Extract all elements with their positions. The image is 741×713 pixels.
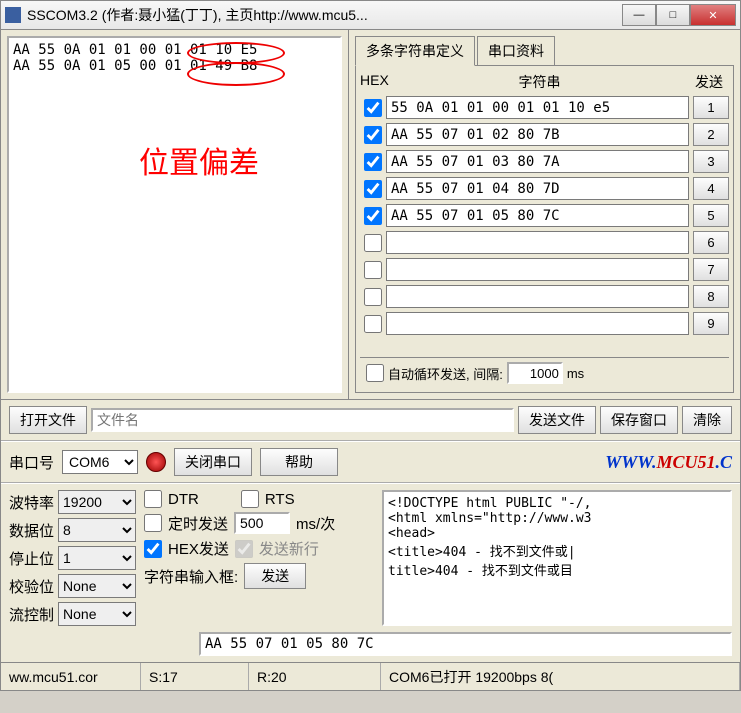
- hex-checkbox[interactable]: [364, 207, 382, 225]
- send-newline-label: 发送新行: [259, 538, 319, 559]
- auto-loop-checkbox[interactable]: [366, 364, 384, 382]
- timed-value-input[interactable]: [234, 512, 290, 534]
- string-input[interactable]: [386, 285, 689, 308]
- status-sent: S:17: [141, 663, 249, 690]
- string-row: 9: [360, 310, 729, 337]
- hex-checkbox[interactable]: [364, 234, 382, 252]
- send-file-button[interactable]: 发送文件: [518, 406, 596, 434]
- hex-checkbox[interactable]: [364, 288, 382, 306]
- hex-checkbox[interactable]: [364, 126, 382, 144]
- maximize-button[interactable]: □: [656, 4, 690, 26]
- html-preview[interactable]: <!DOCTYPE html PUBLIC "-/, <html xmlns="…: [382, 490, 732, 626]
- string-input[interactable]: [386, 96, 689, 119]
- hex-send-label: HEX发送: [168, 538, 229, 559]
- timed-send-checkbox[interactable]: [144, 514, 162, 532]
- tab-multi-string[interactable]: 多条字符串定义: [355, 36, 475, 66]
- window-title: SSCOM3.2 (作者:聂小猛(丁丁), 主页http://www.mcu5.…: [27, 5, 622, 25]
- send-row-button[interactable]: 7: [693, 258, 729, 281]
- receive-panel: AA 55 0A 01 01 00 01 01 10 E5 AA 55 0A 0…: [1, 30, 349, 399]
- input-label: 字符串输入框:: [144, 566, 238, 587]
- send-row-button[interactable]: 8: [693, 285, 729, 308]
- send-row-button[interactable]: 1: [693, 96, 729, 119]
- send-string-input[interactable]: [199, 632, 732, 656]
- rts-label: RTS: [265, 491, 295, 508]
- send-row-button[interactable]: 4: [693, 177, 729, 200]
- tab-serial-info[interactable]: 串口资料: [477, 36, 555, 66]
- stopbits-label: 停止位: [9, 548, 54, 569]
- string-input[interactable]: [386, 123, 689, 146]
- help-button[interactable]: 帮助: [260, 448, 338, 476]
- string-input[interactable]: [386, 312, 689, 335]
- close-port-button[interactable]: 关闭串口: [174, 448, 252, 476]
- string-row: 4: [360, 175, 729, 202]
- hex-checkbox[interactable]: [364, 315, 382, 333]
- baud-select[interactable]: 19200: [58, 490, 136, 514]
- minimize-button[interactable]: —: [622, 4, 656, 26]
- string-row: 7: [360, 256, 729, 283]
- titlebar: SSCOM3.2 (作者:聂小猛(丁丁), 主页http://www.mcu5.…: [0, 0, 741, 30]
- dtr-checkbox[interactable]: [144, 490, 162, 508]
- rts-checkbox[interactable]: [241, 490, 259, 508]
- string-input[interactable]: [386, 231, 689, 254]
- receive-text[interactable]: AA 55 0A 01 01 00 01 01 10 E5 AA 55 0A 0…: [7, 36, 342, 393]
- stopbits-select[interactable]: 1: [58, 546, 136, 570]
- send-row-button[interactable]: 5: [693, 204, 729, 227]
- column-headers: HEX 字符串 发送: [360, 70, 729, 94]
- open-file-button[interactable]: 打开文件: [9, 406, 87, 434]
- port-label: 串口号: [9, 452, 54, 473]
- hex-send-checkbox[interactable]: [144, 540, 162, 558]
- string-row: 6: [360, 229, 729, 256]
- send-row-button[interactable]: 3: [693, 150, 729, 173]
- send-newline-checkbox: [235, 540, 253, 558]
- string-row: 3: [360, 148, 729, 175]
- send-row-button[interactable]: 6: [693, 231, 729, 254]
- string-row: 1: [360, 94, 729, 121]
- timed-send-label: 定时发送: [168, 513, 228, 534]
- string-input[interactable]: [386, 258, 689, 281]
- status-received: R:20: [249, 663, 381, 690]
- string-row: 8: [360, 283, 729, 310]
- databits-select[interactable]: 8: [58, 518, 136, 542]
- auto-loop-label: 自动循环发送, 间隔:: [388, 364, 503, 383]
- app-icon: [5, 7, 21, 23]
- status-url: ww.mcu51.cor: [1, 663, 141, 690]
- hex-checkbox[interactable]: [364, 261, 382, 279]
- status-state: COM6已打开 19200bps 8(: [381, 663, 740, 690]
- interval-input[interactable]: [507, 362, 563, 384]
- send-row-button[interactable]: 9: [693, 312, 729, 335]
- send-row-button[interactable]: 2: [693, 123, 729, 146]
- baud-label: 波特率: [9, 492, 54, 513]
- flow-select[interactable]: None: [58, 602, 136, 626]
- clear-button[interactable]: 清除: [682, 406, 732, 434]
- hex-checkbox[interactable]: [364, 99, 382, 117]
- hex-checkbox[interactable]: [364, 153, 382, 171]
- hex-checkbox[interactable]: [364, 180, 382, 198]
- send-button[interactable]: 发送: [244, 563, 306, 589]
- filename-input[interactable]: [91, 408, 514, 432]
- string-input[interactable]: [386, 177, 689, 200]
- timed-unit-label: ms/次: [296, 513, 335, 534]
- multi-string-panel: 多条字符串定义 串口资料 HEX 字符串 发送 1 2 3 4 5 6 7 8 9 自动循环发送…: [349, 30, 740, 399]
- port-select[interactable]: COM6: [62, 450, 138, 474]
- string-row: 5: [360, 202, 729, 229]
- close-button[interactable]: ✕: [690, 4, 736, 26]
- save-window-button[interactable]: 保存窗口: [600, 406, 678, 434]
- string-input[interactable]: [386, 204, 689, 227]
- string-input[interactable]: [386, 150, 689, 173]
- statusbar: ww.mcu51.cor S:17 R:20 COM6已打开 19200bps …: [0, 663, 741, 691]
- flow-label: 流控制: [9, 604, 54, 625]
- dtr-label: DTR: [168, 491, 199, 508]
- ms-label: ms: [567, 366, 584, 381]
- record-icon[interactable]: [146, 452, 166, 472]
- website-link[interactable]: WWW.MCU51.C: [605, 452, 732, 473]
- parity-select[interactable]: None: [58, 574, 136, 598]
- parity-label: 校验位: [9, 576, 54, 597]
- string-row: 2: [360, 121, 729, 148]
- databits-label: 数据位: [9, 520, 54, 541]
